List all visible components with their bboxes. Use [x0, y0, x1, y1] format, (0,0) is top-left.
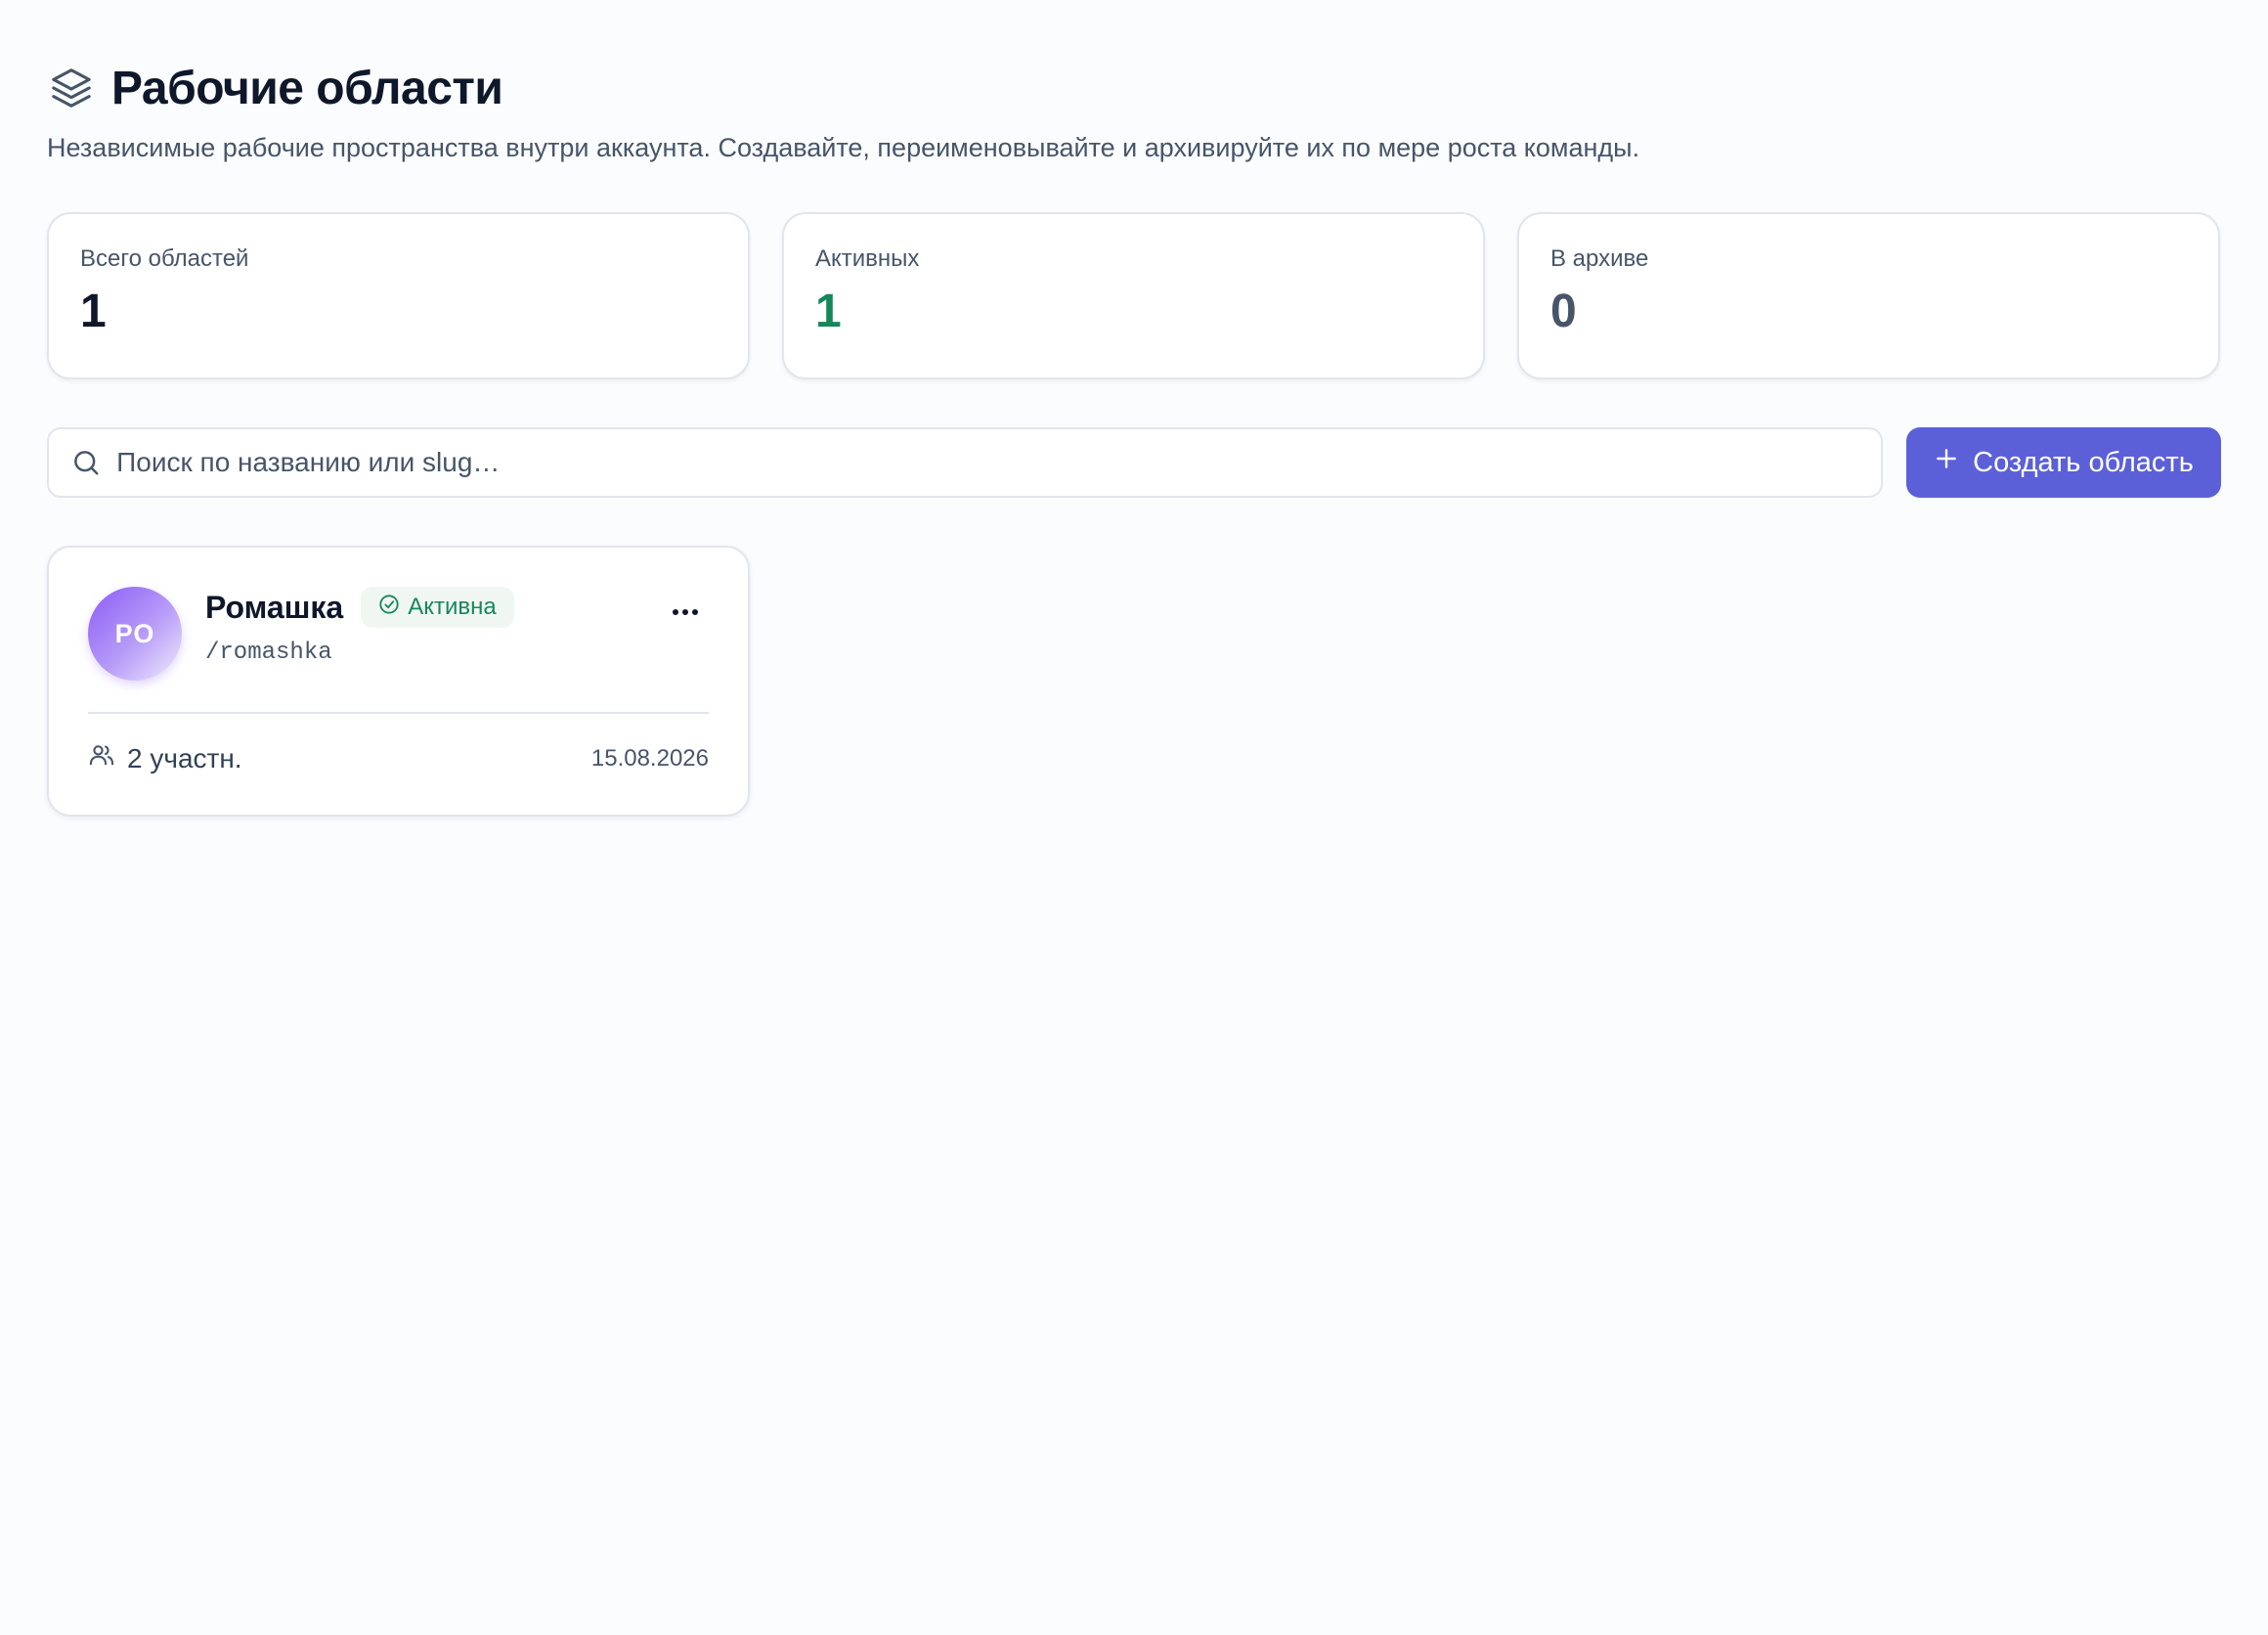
workspace-name-row: Ромашка Активна — [205, 587, 514, 628]
members-count: 2 участн. — [88, 741, 242, 775]
more-horizontal-icon — [671, 592, 700, 625]
page-header: Рабочие области — [47, 57, 2221, 119]
card-divider — [88, 712, 709, 714]
users-icon — [88, 741, 115, 775]
plus-icon — [1934, 446, 1959, 479]
stat-card-total: Всего областей 1 — [47, 212, 750, 379]
stat-value: 0 — [1550, 286, 1577, 337]
workspace-card-footer: 2 участн. 15.08.2026 — [88, 741, 709, 775]
search-box[interactable] — [47, 427, 1883, 498]
workspace-date: 15.08.2026 — [590, 744, 709, 772]
check-circle-icon — [378, 594, 400, 622]
stat-label: В архиве — [1550, 245, 1649, 272]
create-workspace-button[interactable]: Создать область — [1906, 427, 2221, 498]
workspaces-page: Рабочие области Независимые рабочие прос… — [0, 0, 2268, 1635]
stat-label: Всего областей — [80, 245, 249, 272]
page-title: Рабочие области — [111, 62, 503, 114]
stat-card-active: Активных 1 — [782, 212, 1485, 379]
toolbar: Создать область — [47, 427, 2221, 498]
status-badge: Активна — [361, 587, 514, 628]
create-button-label: Создать область — [1973, 446, 2194, 478]
avatar: РО — [88, 587, 182, 681]
layers-icon — [47, 64, 96, 112]
stat-label: Активных — [815, 245, 920, 272]
workspace-grid: РО Ромашка Активна /romashka 2 участн. 1… — [47, 546, 2221, 817]
workspace-info: Ромашка Активна /romashka — [205, 587, 514, 666]
workspace-slug: /romashka — [205, 640, 332, 666]
workspace-card[interactable]: РО Ромашка Активна /romashka 2 участн. 1… — [47, 546, 750, 817]
stats-row: Всего областей 1 Активных 1 В архиве 0 — [47, 212, 2221, 379]
stat-value: 1 — [815, 286, 842, 337]
more-options-button[interactable] — [662, 589, 709, 628]
workspace-card-header: РО Ромашка Активна /romashka — [88, 587, 709, 681]
page-subtitle: Независимые рабочие пространства внутри … — [47, 133, 1640, 162]
search-icon — [70, 447, 101, 478]
stat-card-archived: В архиве 0 — [1517, 212, 2220, 379]
search-input[interactable] — [116, 447, 1859, 478]
status-label: Активна — [408, 594, 497, 620]
members-label: 2 участн. — [127, 742, 242, 773]
workspace-name[interactable]: Ромашка — [205, 590, 343, 626]
stat-value: 1 — [80, 286, 107, 337]
